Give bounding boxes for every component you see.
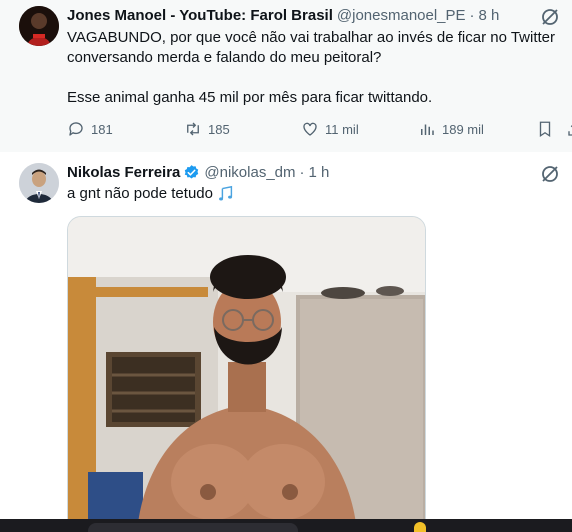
retweet-button[interactable]: 185 (184, 120, 230, 138)
view-count: 189 mil (442, 121, 484, 137)
avatar[interactable] (19, 163, 59, 203)
views-button[interactable]: 189 mil (418, 120, 484, 138)
taskbar-app-icon[interactable] (414, 522, 426, 532)
photo-image (68, 217, 425, 532)
tweet-photo[interactable] (67, 216, 426, 532)
avatar-image (19, 163, 59, 203)
tweet-text: VAGABUNDO, por que você não vai trabalha… (67, 29, 556, 66)
tweet-nikolas-ferreira[interactable]: Nikolas Ferreira @nikolas_dm · 1 h a gnt… (0, 152, 572, 532)
taskbar-window[interactable] (88, 523, 298, 532)
reply-count: 181 (91, 121, 113, 137)
verified-badge-icon[interactable] (183, 164, 200, 181)
user-handle[interactable]: @jonesmanoel_PE (337, 7, 466, 24)
heart-icon (303, 122, 317, 136)
reply-button[interactable]: 181 (67, 120, 113, 138)
retweet-icon (187, 122, 199, 136)
display-name[interactable]: Nikolas Ferreira (67, 164, 180, 181)
bookmark-button[interactable] (536, 120, 560, 138)
grok-icon[interactable] (540, 7, 560, 27)
tweet-text-second-paragraph: Esse animal ganha 45 mil por mês para fi… (67, 89, 433, 106)
avatar[interactable] (19, 6, 59, 46)
tweet-text-row: a gnt não pode tetudo (67, 184, 235, 204)
bookmark-icon (539, 121, 551, 138)
timestamp[interactable]: 1 h (309, 164, 330, 181)
tweet-text: a gnt não pode tetudo (67, 185, 213, 202)
grok-icon[interactable] (540, 164, 560, 184)
tweet-actions: 181 185 11 mil 189 mil (67, 120, 572, 142)
share-button[interactable] (566, 120, 572, 138)
analytics-icon (421, 124, 434, 135)
reply-icon (69, 122, 83, 136)
retweet-count: 185 (208, 121, 230, 137)
timestamp[interactable]: 8 h (479, 7, 500, 24)
avatar-image (19, 6, 59, 46)
musical-notes-icon (219, 185, 233, 201)
share-icon (568, 125, 572, 136)
like-button[interactable]: 11 mil (301, 120, 359, 138)
like-count: 11 mil (325, 121, 359, 137)
user-handle[interactable]: @nikolas_dm (204, 164, 295, 181)
tweet-header: Jones Manoel - YouTube: Farol Brasil @jo… (67, 7, 499, 24)
separator-dot: · (299, 164, 305, 181)
display-name[interactable]: Jones Manoel - YouTube: Farol Brasil (67, 7, 333, 24)
taskbar (0, 519, 572, 532)
tweet-jones-manoel[interactable]: Jones Manoel - YouTube: Farol Brasil @jo… (0, 0, 572, 152)
tweet-header: Nikolas Ferreira @nikolas_dm · 1 h (67, 164, 329, 181)
separator-dot: · (469, 7, 475, 24)
